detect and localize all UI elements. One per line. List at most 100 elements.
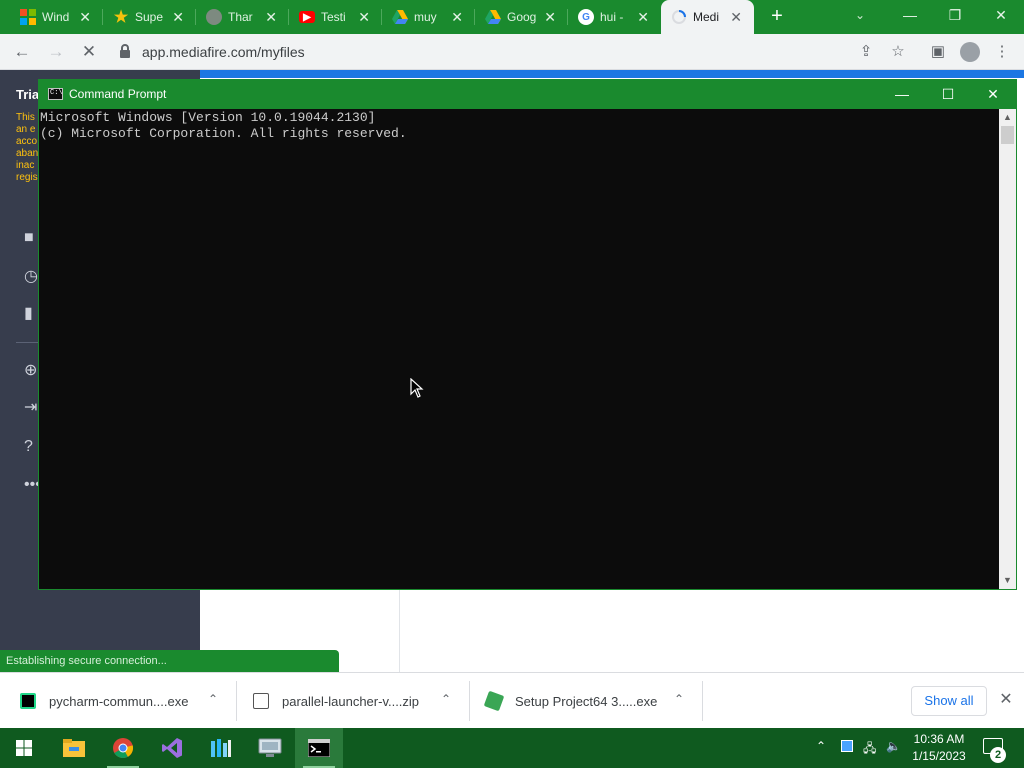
tab-title: muy — [414, 10, 437, 24]
tab-close-icon[interactable]: ✕ — [730, 9, 742, 26]
cmd-close-icon[interactable]: ✕ — [970, 80, 1016, 109]
browser-tab-super[interactable]: ★ Supe ✕ — [103, 0, 196, 34]
notice-line: inac — [16, 160, 35, 171]
tab-title: Testi — [321, 10, 346, 24]
scroll-up-icon[interactable]: ▲ — [999, 109, 1016, 126]
chevron-up-icon[interactable]: ⌃ — [206, 692, 220, 706]
browser-tab-google[interactable]: G hui - ✕ — [568, 0, 661, 34]
download-item-project64[interactable]: Setup Project64 3.....exe ⌃ — [483, 673, 702, 729]
cmd-minimize-icon[interactable]: — — [879, 80, 925, 109]
close-download-bar-icon[interactable]: ✕ — [996, 690, 1016, 710]
trial-heading: Tria — [16, 87, 40, 102]
side-panel-icon[interactable]: ▣ — [927, 41, 949, 63]
close-window-icon[interactable]: ✕ — [986, 4, 1016, 26]
tab-close-icon[interactable]: ✕ — [544, 9, 556, 26]
browser-tab-drive-1[interactable]: muy ✕ — [382, 0, 475, 34]
tab-close-icon[interactable]: ✕ — [265, 9, 277, 26]
download-filename: parallel-launcher-v....zip — [282, 693, 420, 709]
console-output[interactable]: Microsoft Windows [Version 10.0.19044.21… — [40, 109, 1000, 589]
browser-tab-mediafire[interactable]: Medi ✕ — [661, 0, 754, 34]
download-bar: pycharm-commun....exe ⌃ parallel-launche… — [0, 672, 1024, 728]
command-prompt-window[interactable]: C:\ Command Prompt — ☐ ✕ Microsoft Windo… — [38, 79, 1017, 590]
browser-tab-drive-2[interactable]: Goog ✕ — [475, 0, 568, 34]
show-all-button[interactable]: Show all — [911, 686, 987, 716]
tab-close-icon[interactable]: ✕ — [79, 9, 91, 26]
chevron-up-icon[interactable]: ⌃ — [672, 692, 686, 706]
download-item-pycharm[interactable]: pycharm-commun....exe ⌃ — [20, 673, 236, 729]
cmd-app-icon[interactable]: C:\ — [48, 88, 63, 100]
notice-line: acco — [16, 136, 38, 147]
download-item-parallel-launcher[interactable]: parallel-launcher-v....zip ⌃ — [253, 673, 469, 729]
start-windows-icon[interactable] — [0, 728, 48, 768]
mouse-cursor-icon — [410, 378, 424, 398]
file-explorer-icon[interactable] — [50, 728, 98, 768]
zip-archive-icon — [253, 693, 269, 709]
cmd-icon-text: C:\ — [50, 89, 63, 97]
windows-taskbar: ⌃ 🖧 🔈 10:36 AM 1/15/2023 2 — [0, 728, 1024, 768]
stop-loading-icon[interactable]: ✕ — [78, 41, 100, 63]
chevron-up-icon[interactable]: ⌃ — [439, 692, 453, 706]
google-icon: G — [578, 9, 594, 25]
tab-close-icon[interactable]: ✕ — [172, 9, 184, 26]
notice-line: an e — [16, 124, 36, 135]
network-icon[interactable]: 🖧 — [863, 739, 876, 760]
notice-line: aban — [16, 148, 38, 159]
scroll-thumb[interactable] — [1001, 126, 1014, 144]
chrome-icon[interactable] — [99, 728, 147, 768]
address-bar[interactable]: app.mediafire.com/myfiles — [108, 39, 918, 65]
browser-tab-youtube[interactable]: ▶ Testi ✕ — [289, 0, 382, 34]
more-menu-icon[interactable]: ⋮ — [991, 41, 1013, 63]
globe-icon — [206, 9, 222, 25]
star-icon: ★ — [113, 9, 129, 26]
browser-toolbar: ← → ✕ app.mediafire.com/myfiles ⇪ ☆ ▣ ⋮ — [0, 34, 1024, 70]
bookmark-star-icon[interactable]: ☆ — [887, 41, 909, 63]
tab-title: Thar — [228, 10, 253, 24]
profile-avatar-icon[interactable] — [960, 42, 980, 62]
scroll-down-icon[interactable]: ▼ — [999, 572, 1016, 589]
url-text[interactable]: app.mediafire.com/myfiles — [142, 44, 305, 60]
tray-app-icon[interactable] — [841, 740, 853, 752]
back-arrow-icon[interactable]: ← — [11, 41, 33, 63]
share-icon[interactable]: ⇪ — [855, 41, 877, 63]
cmd-title-bar[interactable]: C:\ Command Prompt — ☐ ✕ — [39, 80, 1016, 109]
volume-icon[interactable]: 🔈 — [886, 739, 901, 753]
tab-title: hui - — [600, 10, 624, 24]
download-filename: pycharm-commun....exe — [49, 693, 189, 709]
cmd-window-title: Command Prompt — [69, 87, 167, 101]
console-line: Microsoft Windows [Version 10.0.19044.21… — [40, 110, 376, 125]
new-tab-button[interactable]: + — [766, 6, 788, 28]
restore-icon[interactable]: ❐ — [940, 4, 970, 26]
tab-close-icon[interactable]: ✕ — [637, 9, 649, 26]
remote-desktop-icon[interactable] — [246, 728, 294, 768]
tab-title: Supe — [135, 10, 164, 24]
cmd-maximize-icon[interactable]: ☐ — [925, 80, 971, 109]
youtube-icon: ▶ — [299, 11, 315, 23]
download-filename: Setup Project64 3.....exe — [515, 693, 658, 709]
tab-title: Medi — [693, 10, 720, 24]
lock-icon[interactable] — [120, 44, 130, 58]
tab-strip: Wind ✕ ★ Supe ✕ Thar ✕ ▶ Testi ✕ muy ✕ G… — [0, 0, 1024, 34]
windows-logo-icon — [20, 9, 36, 25]
tab-title: Wind — [42, 10, 70, 24]
command-prompt-taskbar-icon[interactable] — [295, 728, 343, 768]
notice-line: This — [16, 112, 35, 123]
console-line: (c) Microsoft Corporation. All rights re… — [40, 126, 407, 141]
visual-studio-icon[interactable] — [148, 728, 196, 768]
tray-overflow-chevron-icon[interactable]: ⌃ — [816, 739, 826, 753]
tab-search-chevron-icon[interactable]: ⌄ — [855, 8, 865, 22]
sidebar-divider — [16, 342, 38, 343]
loading-status: Establishing secure connection... — [0, 650, 339, 672]
console-scrollbar[interactable]: ▲ ▼ — [999, 109, 1016, 589]
browser-tab-windows[interactable]: Wind ✕ — [10, 0, 103, 34]
browser-tab-thar[interactable]: Thar ✕ — [196, 0, 289, 34]
forward-arrow-icon[interactable]: → — [45, 41, 67, 63]
installer-icon — [483, 690, 505, 712]
chrome-loading-icon — [671, 9, 687, 25]
mediafire-header — [200, 70, 1024, 78]
tab-close-icon[interactable]: ✕ — [451, 9, 463, 26]
minimize-icon[interactable]: — — [895, 4, 925, 26]
system-clock[interactable]: 10:36 AM 1/15/2023 — [905, 731, 973, 765]
tab-close-icon[interactable]: ✕ — [358, 9, 370, 26]
app-bars-icon[interactable] — [197, 728, 245, 768]
clock-date: 1/15/2023 — [912, 749, 966, 763]
